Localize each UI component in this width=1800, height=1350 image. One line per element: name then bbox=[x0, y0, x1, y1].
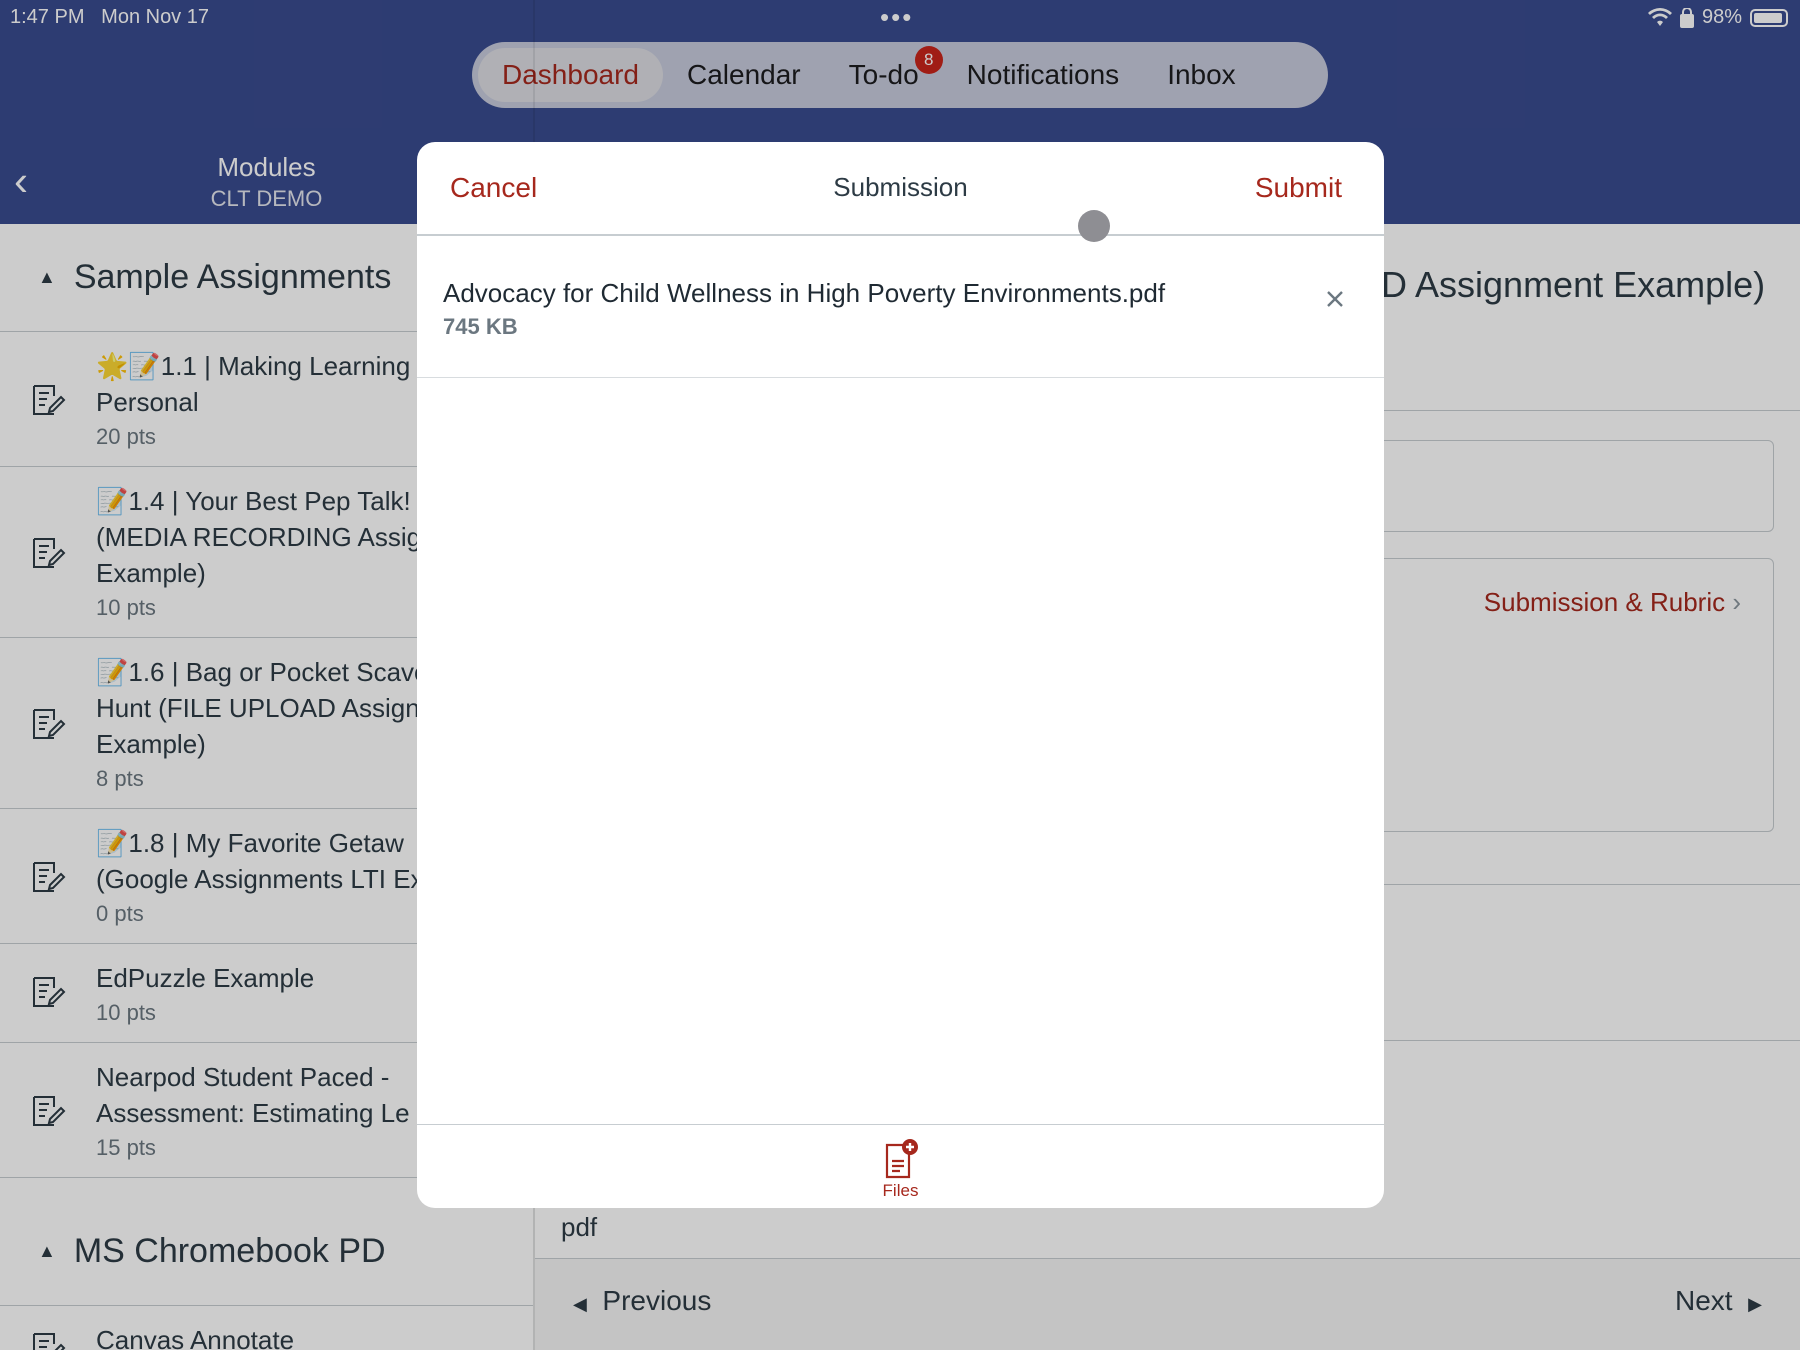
submission-modal: Cancel Submission Submit Advocacy for Ch… bbox=[417, 142, 1384, 1208]
files-button[interactable]: Files bbox=[417, 1137, 1384, 1201]
submit-button[interactable]: Submit bbox=[1255, 172, 1342, 204]
add-file-icon bbox=[885, 1139, 918, 1179]
file-size: 745 KB bbox=[443, 314, 518, 339]
modal-footer: Files bbox=[417, 1124, 1384, 1208]
files-label: Files bbox=[882, 1181, 919, 1200]
remove-file-icon[interactable] bbox=[1322, 286, 1348, 312]
modal-header: Cancel Submission Submit bbox=[417, 142, 1384, 236]
attached-file-row: Advocacy for Child Wellness in High Pove… bbox=[417, 236, 1384, 378]
modal-title: Submission bbox=[833, 172, 968, 202]
file-name: Advocacy for Child Wellness in High Pove… bbox=[443, 278, 1166, 308]
